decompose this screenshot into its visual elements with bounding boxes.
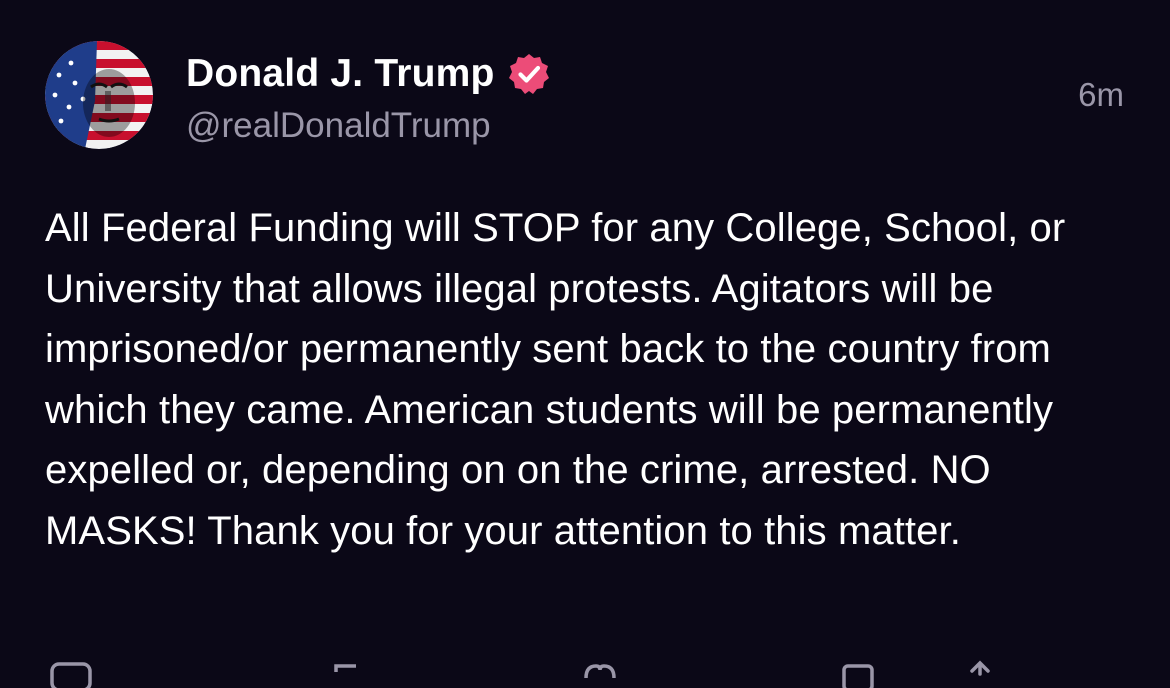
author-handle[interactable]: @realDonaldTrump (186, 106, 491, 146)
reply-icon[interactable] (50, 658, 94, 688)
author-avatar[interactable] (45, 41, 153, 149)
avatar-flag-portrait-icon (45, 41, 153, 149)
bookmark-icon[interactable] (836, 658, 880, 688)
retruth-icon[interactable] (326, 658, 370, 688)
post-body-text: All Federal Funding will STOP for any Co… (45, 206, 1066, 553)
like-icon[interactable] (578, 658, 622, 688)
share-icon[interactable] (958, 658, 1002, 688)
verified-badge-icon (508, 54, 549, 94)
author-name-row: Donald J. Trump (186, 50, 551, 98)
post-timestamp[interactable]: 6m (1078, 76, 1124, 114)
post-action-bar (0, 658, 1170, 688)
author-display-name[interactable]: Donald J. Trump (186, 52, 495, 96)
post-card[interactable]: Donald J. Trump @realDonaldTrump 6m All … (0, 0, 1170, 688)
